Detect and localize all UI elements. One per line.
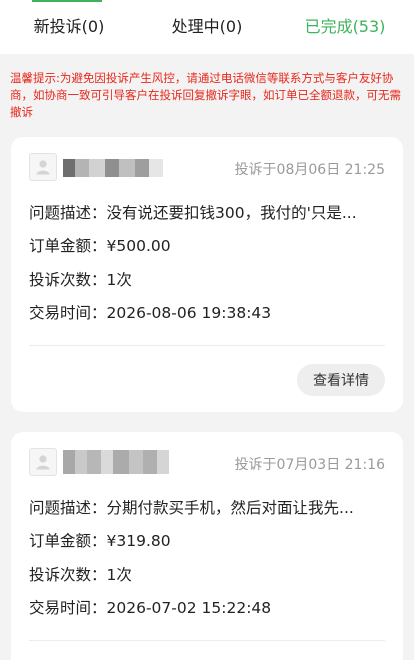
tab-processing[interactable]: 处理中(0) (138, 0, 276, 54)
user-avatar-icon (29, 153, 57, 181)
trade-time-value: 2026-07-02 15:22:48 (106, 599, 272, 617)
masked-customer-name (63, 450, 169, 474)
problem-value: 分期付款买手机，然后对面让我先... (106, 499, 354, 517)
problem-value: 没有说还要扣钱300，我付的'只是... (106, 204, 357, 222)
view-details-button[interactable]: 查看详情 (297, 364, 385, 396)
problem-label: 问题描述： (29, 204, 107, 222)
masked-customer-name (63, 159, 163, 177)
amount-row: 订单金额：¥500.00 (29, 234, 385, 258)
card-divider (29, 345, 385, 346)
problem-row: 问题描述：分期付款买手机，然后对面让我先... (29, 496, 385, 520)
notice-text: 温馨提示:为避免因投诉产生风控，请通过电话微信等联系方式与客户友好协商，如协商一… (10, 71, 401, 119)
trade-time-row: 交易时间：2026-08-06 19:38:43 (29, 301, 385, 325)
trade-time-label: 交易时间： (29, 304, 107, 322)
amount-label: 订单金额： (29, 237, 107, 255)
count-label: 投诉次数： (29, 271, 107, 289)
amount-value: ¥319.80 (106, 532, 171, 550)
amount-row: 订单金额：¥319.80 (29, 529, 385, 553)
amount-label: 订单金额： (29, 532, 107, 550)
complaint-card: 投诉于07月03日 21:16 问题描述：分期付款买手机，然后对面让我先... … (11, 432, 403, 660)
complaint-submitted-time: 投诉于08月06日 21:25 (234, 162, 385, 178)
trade-time-label: 交易时间： (29, 599, 107, 617)
count-row: 投诉次数：1次 (29, 563, 385, 587)
card-divider (29, 640, 385, 641)
amount-value: ¥500.00 (106, 237, 171, 255)
count-value: 1次 (106, 271, 132, 289)
problem-label: 问题描述： (29, 499, 107, 517)
trade-time-value: 2026-08-06 19:38:43 (106, 304, 272, 322)
card-header: 投诉于07月03日 21:16 (29, 448, 385, 478)
tab-new-complaints[interactable]: 新投诉(0) (0, 0, 138, 54)
complaint-submitted-time: 投诉于07月03日 21:16 (234, 457, 385, 473)
card-header: 投诉于08月06日 21:25 (29, 153, 385, 183)
tab-completed[interactable]: 已完成(53) (276, 0, 414, 54)
status-tabs: 新投诉(0) 处理中(0) 已完成(53) (0, 0, 414, 54)
problem-row: 问题描述：没有说还要扣钱300，我付的'只是... (29, 201, 385, 225)
count-value: 1次 (106, 566, 132, 584)
user-avatar-icon (29, 448, 57, 476)
complaint-card: 投诉于08月06日 21:25 问题描述：没有说还要扣钱300，我付的'只是..… (11, 137, 403, 412)
trade-time-row: 交易时间：2026-07-02 15:22:48 (29, 596, 385, 620)
count-label: 投诉次数： (29, 566, 107, 584)
count-row: 投诉次数：1次 (29, 268, 385, 292)
